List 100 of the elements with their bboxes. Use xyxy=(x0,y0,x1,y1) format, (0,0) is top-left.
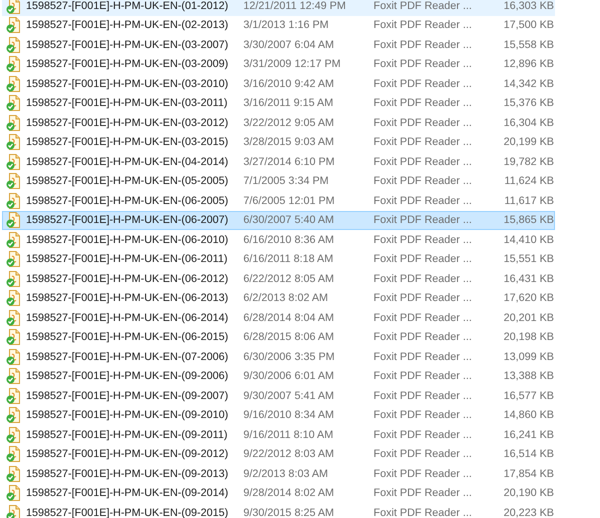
pdf-file-icon xyxy=(6,95,22,112)
date-modified: 6/30/2006 3:35 PM xyxy=(243,350,336,365)
pdf-file-icon xyxy=(6,0,22,14)
file-name: 1598527-[F001E]-H-PM-UK-EN-(06-2010) xyxy=(26,232,230,248)
file-row[interactable]: 1598527-[F001E]-H-PM-UK-EN-(09-2006) 9/30/2006 6:01 AM Foxit PDF Reader ... 13,388 KB xyxy=(2,366,555,386)
file-size: 15,376 KB xyxy=(502,96,554,112)
date-modified: 6/16/2010 8:36 AM xyxy=(243,232,336,248)
file-row[interactable]: 1598527-[F001E]-H-PM-UK-EN-(06-2005) 7/6/2005 12:01 PM Foxit PDF Reader ... 11,617 KB xyxy=(2,191,555,210)
file-size: 15,558 KB xyxy=(502,38,554,53)
file-name: 1598527-[F001E]-H-PM-UK-EN-(09-2010) xyxy=(26,408,230,424)
file-row[interactable]: 1598527-[F001E]-H-PM-UK-EN-(09-2007) 9/30/2007 5:41 AM Foxit PDF Reader ... 16,577 KB xyxy=(2,386,555,406)
file-row[interactable]: 1598527-[F001E]-H-PM-UK-EN-(09-2013) 9/2/2013 8:03 AM Foxit PDF Reader ... 17,854 KB xyxy=(2,464,555,484)
pdf-file-icon xyxy=(6,173,22,190)
file-type: Foxit PDF Reader ... xyxy=(373,38,473,53)
file-row[interactable]: 1598527-[F001E]-H-PM-UK-EN-(09-2012) 9/22/2012 8:03 AM Foxit PDF Reader ... 16,514 KB xyxy=(2,444,555,464)
file-name: 1598527-[F001E]-H-PM-UK-EN-(06-2015) xyxy=(26,330,230,346)
file-row[interactable]: 1598527-[F001E]-H-PM-UK-EN-(03-2015) 3/28/2015 9:03 AM Foxit PDF Reader ... 20,199 KB xyxy=(2,132,555,152)
pdf-file-icon xyxy=(6,134,22,150)
file-row[interactable]: 1598527-[F001E]-H-PM-UK-EN-(09-2011) 9/16/2011 8:10 AM Foxit PDF Reader ... 16,241 KB xyxy=(2,425,555,444)
file-row[interactable]: 1598527-[F001E]-H-PM-UK-EN-(03-2012) 3/22/2012 9:05 AM Foxit PDF Reader ... 16,304 KB xyxy=(2,113,555,132)
file-row[interactable]: 1598527-[F001E]-H-PM-UK-EN-(09-2010) 9/16/2010 8:34 AM Foxit PDF Reader ... 14,860 KB xyxy=(2,406,555,425)
pdf-file-icon xyxy=(6,348,22,365)
file-row[interactable]: 1598527-[F001E]-H-PM-UK-EN-(03-2011) 3/16/2011 9:15 AM Foxit PDF Reader ... 15,376 KB xyxy=(2,94,555,113)
file-row[interactable]: 1598527-[F001E]-H-PM-UK-EN-(03-2007) 3/30/2007 6:04 AM Foxit PDF Reader ... 15,558 KB xyxy=(2,35,555,54)
pdf-file-icon xyxy=(6,212,22,228)
file-row[interactable]: 1598527-[F001E]-H-PM-UK-EN-(03-2010) 3/16/2010 9:42 AM Foxit PDF Reader ... 14,342 KB xyxy=(2,74,555,94)
file-type: Foxit PDF Reader ... xyxy=(373,194,473,209)
file-size: 15,865 KB xyxy=(502,213,554,228)
file-name: 1598527-[F001E]-H-PM-UK-EN-(06-2013) xyxy=(26,291,230,306)
file-name: 1598527-[F001E]-H-PM-UK-EN-(03-2007) xyxy=(26,38,230,53)
file-type: Foxit PDF Reader ... xyxy=(373,388,473,404)
file-name: 1598527-[F001E]-H-PM-UK-EN-(06-2014) xyxy=(26,310,230,326)
file-size: 16,577 KB xyxy=(502,388,554,404)
file-size: 13,388 KB xyxy=(502,369,554,384)
file-row[interactable]: 1598527-[F001E]-H-PM-UK-EN-(06-2012) 6/22/2012 8:05 AM Foxit PDF Reader ... 16,431 KB xyxy=(2,269,555,288)
file-size: 16,431 KB xyxy=(502,272,554,287)
file-name: 1598527-[F001E]-H-PM-UK-EN-(03-2011) xyxy=(26,96,228,112)
pdf-file-icon xyxy=(6,446,22,462)
file-size: 15,551 KB xyxy=(502,252,554,268)
pdf-file-icon xyxy=(6,192,22,209)
pdf-file-icon xyxy=(6,407,22,424)
file-row[interactable]: 1598527-[F001E]-H-PM-UK-EN-(06-2014) 6/28/2014 8:04 AM Foxit PDF Reader ... 20,201 KB xyxy=(2,308,555,328)
date-modified: 9/30/2015 8:25 AM xyxy=(243,506,336,518)
file-size: 12,896 KB xyxy=(502,57,554,72)
date-modified: 12/21/2011 12:49 PM xyxy=(243,0,347,14)
file-type: Foxit PDF Reader ... xyxy=(373,506,473,518)
file-name: 1598527-[F001E]-H-PM-UK-EN-(09-2012) xyxy=(26,447,230,462)
date-modified: 6/16/2011 8:18 AM xyxy=(243,252,334,268)
date-modified: 6/22/2012 8:05 AM xyxy=(243,272,336,287)
file-type: Foxit PDF Reader ... xyxy=(373,0,473,14)
file-size: 11,624 KB xyxy=(503,174,554,190)
file-size: 14,860 KB xyxy=(502,408,554,424)
pdf-file-icon xyxy=(6,76,22,92)
file-name: 1598527-[F001E]-H-PM-UK-EN-(09-2007) xyxy=(26,388,230,404)
pdf-file-icon xyxy=(6,426,22,443)
file-type: Foxit PDF Reader ... xyxy=(373,213,473,228)
file-type: Foxit PDF Reader ... xyxy=(373,291,473,306)
file-type: Foxit PDF Reader ... xyxy=(373,447,473,462)
file-name: 1598527-[F001E]-H-PM-UK-EN-(02-2013) xyxy=(26,18,230,34)
file-size: 20,190 KB xyxy=(502,486,554,502)
file-row[interactable]: 1598527-[F001E]-H-PM-UK-EN-(03-2009) 3/31/2009 12:17 PM Foxit PDF Reader ... 12,896 KB xyxy=(2,54,555,74)
pdf-file-icon xyxy=(6,17,22,34)
file-row[interactable]: 1598527-[F001E]-H-PM-UK-EN-(07-2006) 6/30/2006 3:35 PM Foxit PDF Reader ... 13,099 KB xyxy=(2,347,555,366)
pdf-file-icon xyxy=(6,485,22,502)
date-modified: 9/28/2014 8:02 AM xyxy=(243,486,336,502)
file-name: 1598527-[F001E]-H-PM-UK-EN-(04-2014) xyxy=(26,154,230,170)
file-name: 1598527-[F001E]-H-PM-UK-EN-(06-2007) xyxy=(26,213,230,228)
file-type: Foxit PDF Reader ... xyxy=(373,408,473,424)
file-row[interactable]: 1598527-[F001E]-H-PM-UK-EN-(06-2010) 6/16/2010 8:36 AM Foxit PDF Reader ... 14,410 KB xyxy=(2,230,555,250)
file-name: 1598527-[F001E]-H-PM-UK-EN-(09-2013) xyxy=(26,466,230,482)
pdf-file-icon xyxy=(6,36,22,53)
file-row[interactable]: 1598527-[F001E]-H-PM-UK-EN-(06-2011) 6/16/2011 8:18 AM Foxit PDF Reader ... 15,551 KB xyxy=(2,250,555,269)
file-size: 16,304 KB xyxy=(502,116,554,131)
date-modified: 7/1/2005 3:34 PM xyxy=(243,174,330,190)
file-name: 1598527-[F001E]-H-PM-UK-EN-(06-2005) xyxy=(26,194,230,209)
file-name: 1598527-[F001E]-H-PM-UK-EN-(09-2011) xyxy=(26,428,228,443)
file-row[interactable]: 1598527-[F001E]-H-PM-UK-EN-(05-2005) 7/1/2005 3:34 PM Foxit PDF Reader ... 11,624 KB xyxy=(2,172,555,191)
file-size: 20,199 KB xyxy=(502,135,554,150)
file-row[interactable]: 1598527-[F001E]-H-PM-UK-EN-(01-2012) 12/21/2011 12:49 PM Foxit PDF Reader ... 16,303 KB xyxy=(2,0,555,16)
file-size: 13,099 KB xyxy=(502,350,554,365)
file-name: 1598527-[F001E]-H-PM-UK-EN-(09-2014) xyxy=(26,486,230,502)
file-row[interactable]: 1598527-[F001E]-H-PM-UK-EN-(09-2015) 9/30/2015 8:25 AM Foxit PDF Reader ... 20,223 KB xyxy=(2,503,555,518)
file-row[interactable]: 1598527-[F001E]-H-PM-UK-EN-(06-2015) 6/28/2015 8:06 AM Foxit PDF Reader ... 20,198 KB xyxy=(2,328,555,347)
file-type: Foxit PDF Reader ... xyxy=(373,76,473,92)
file-name: 1598527-[F001E]-H-PM-UK-EN-(03-2015) xyxy=(26,135,230,150)
file-row[interactable]: 1598527-[F001E]-H-PM-UK-EN-(09-2014) 9/28/2014 8:02 AM Foxit PDF Reader ... 20,190 KB xyxy=(2,484,555,503)
file-row[interactable]: 1598527-[F001E]-H-PM-UK-EN-(06-2013) 6/2/2013 8:02 AM Foxit PDF Reader ... 17,620 KB xyxy=(2,288,555,308)
date-modified: 9/30/2006 6:01 AM xyxy=(243,369,336,384)
pdf-file-icon xyxy=(6,466,22,482)
file-row[interactable]: 1598527-[F001E]-H-PM-UK-EN-(04-2014) 3/27/2014 6:10 PM Foxit PDF Reader ... 19,782 KB xyxy=(2,152,555,172)
file-row[interactable]: 1598527-[F001E]-H-PM-UK-EN-(02-2013) 3/1/2013 1:16 PM Foxit PDF Reader ... 17,500 KB xyxy=(2,16,555,35)
file-name: 1598527-[F001E]-H-PM-UK-EN-(07-2006) xyxy=(26,350,230,365)
file-type: Foxit PDF Reader ... xyxy=(373,18,473,34)
file-row[interactable]: 1598527-[F001E]-H-PM-UK-EN-(06-2007) 6/30/2007 5:40 AM Foxit PDF Reader ... 15,865 KB xyxy=(2,210,555,230)
pdf-file-icon xyxy=(6,368,22,384)
file-type: Foxit PDF Reader ... xyxy=(373,466,473,482)
file-type: Foxit PDF Reader ... xyxy=(373,330,473,346)
date-modified: 3/30/2007 6:04 AM xyxy=(243,38,336,53)
pdf-file-icon xyxy=(6,154,22,170)
file-name: 1598527-[F001E]-H-PM-UK-EN-(06-2012) xyxy=(26,272,230,287)
